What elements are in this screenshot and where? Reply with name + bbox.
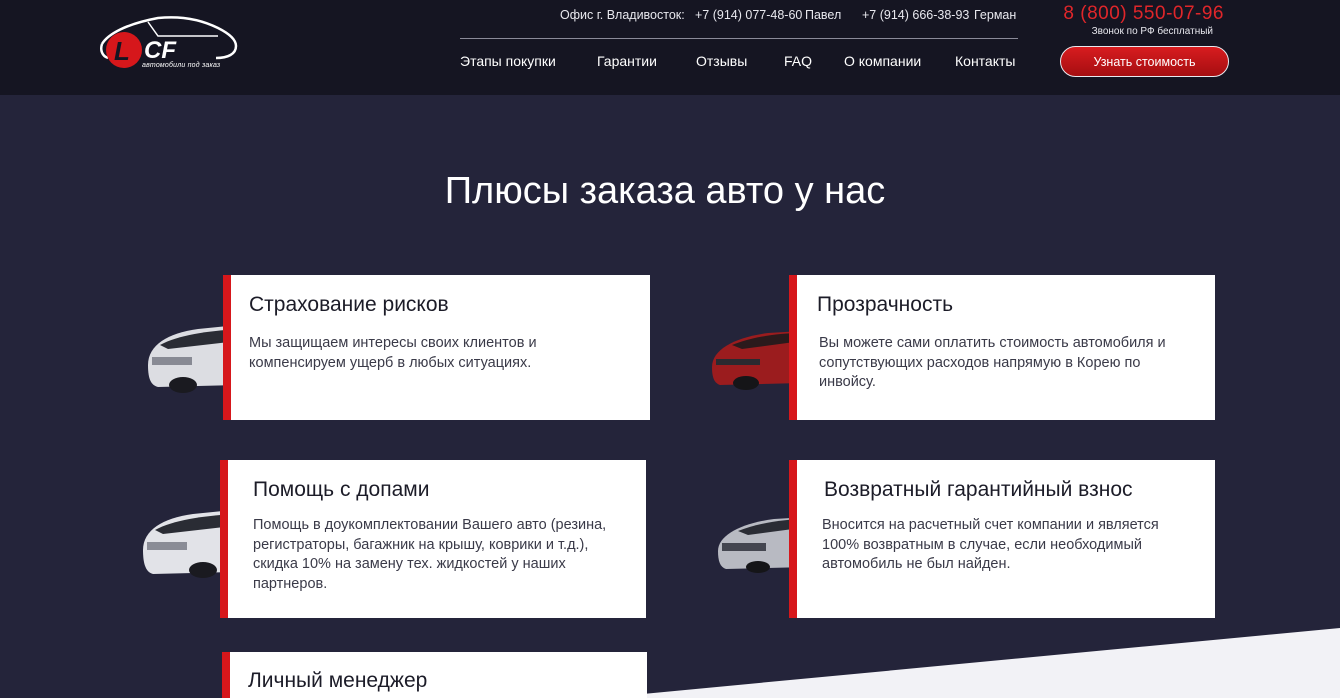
card-text: Помощь в доукомплектовании Вашего авто (… [253,517,607,592]
card-title: Помощь с допами [253,478,430,501]
contact-name-2: Герман [974,8,1017,22]
nav-item-faq[interactable]: FAQ [784,53,812,69]
main-phone[interactable]: 8 (800) 550-07-96 [1063,3,1224,25]
contact-phone-1[interactable]: +7 (914) 077-48-60 [695,8,802,22]
card-text: Вносится на расчетный счет компании и яв… [822,517,1159,572]
benefit-card-insurance: Страхование рисков Мы защищаем интересы … [223,275,650,420]
nav-item-reviews[interactable]: Отзывы [696,53,747,69]
main-phone-note: Звонок по РФ бесплатный [1091,26,1213,37]
benefit-card-transparency: Прозрачность Вы можете сами оплатить сто… [789,275,1215,420]
benefit-card-refundable-deposit: Возвратный гарантийный взнос Вносится на… [789,460,1215,618]
card-title: Возвратный гарантийный взнос [824,478,1133,501]
card-text: Мы защищаем интересы своих клиентов и ко… [249,335,537,371]
nav-item-guarantees[interactable]: Гарантии [597,53,657,69]
header-divider [460,38,1018,39]
section-title: Плюсы заказа авто у нас [444,170,886,212]
site-header: L CF автомобили под заказ Офис г. Владив… [0,0,1340,95]
company-logo[interactable]: L CF автомобили под заказ [98,14,240,74]
contact-name-1: Павел [805,8,842,22]
nav-item-contacts[interactable]: Контакты [955,53,1015,69]
nav-item-about[interactable]: О компании [844,53,921,69]
logo-tagline: автомобили под заказ [142,62,221,69]
get-price-button[interactable]: Узнать стоимость [1060,46,1229,77]
nav-item-purchase-stages[interactable]: Этапы покупки [460,53,556,69]
contact-phone-2[interactable]: +7 (914) 666-38-93 [862,8,969,22]
svg-text:L: L [114,36,130,66]
benefit-card-extras-help: Помощь с допами Помощь в доукомплектован… [220,460,646,618]
benefit-card-personal-manager: Личный менеджер [222,652,647,698]
card-title: Личный менеджер [248,669,428,692]
card-text: Вы можете сами оплатить стоимость автомо… [819,335,1166,390]
office-label: Офис г. Владивосток: [560,8,685,22]
card-title: Страхование рисков [249,293,449,316]
svg-text:CF: CF [144,37,177,64]
card-title: Прозрачность [817,293,954,316]
